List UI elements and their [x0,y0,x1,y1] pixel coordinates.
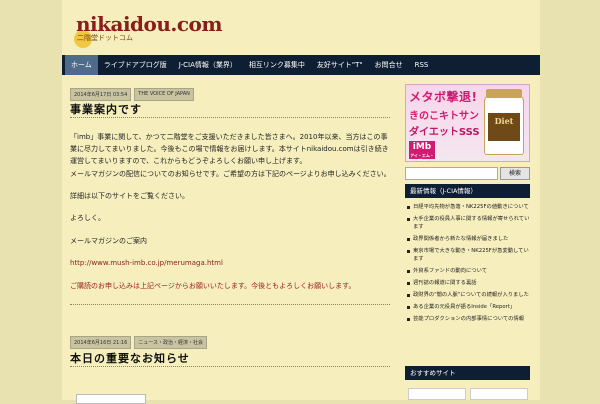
banner-product: きのこキトサン [409,111,479,122]
banner-headline: メタボ撃退! [409,90,478,104]
main-nav: ホーム ライブドアブログ版 J-CIA情報（業界） 相互リンク募集中 友好サイト… [62,55,540,75]
recommended-thumbnail[interactable] [408,388,466,400]
post-thumbnail[interactable] [76,394,146,404]
search-button[interactable]: 検索 [500,167,530,180]
sidebar-link[interactable]: 週刊誌の報道に関する裏話 [405,279,530,287]
nav-link-exchange[interactable]: 相互リンク募集中 [243,55,311,75]
bottle-cap-icon [486,89,522,98]
title-divider [70,366,390,367]
sidebar-link[interactable]: 外資系ファンドの動向について [405,267,530,275]
post-paragraph: メールマガジンの配信についてのお知らせです。ご希望の方は下記のページよりお申し込… [70,170,391,178]
sidebar-link-list: 日経平均先物が急落・NK225Fの値動きについて 大手企業の役員人事に関する情報… [405,203,530,327]
banner-product-sub: ダイエットSSS [409,127,480,138]
post-title[interactable]: 事業案内です [70,101,142,117]
search-input[interactable] [405,167,498,180]
nav-livedoor-blog[interactable]: ライブドアブログ版 [98,55,173,75]
nav-jcia[interactable]: J-CIA情報（業界） [173,55,243,75]
post-paragraph: 詳細は以下のサイトをご覧ください。 [70,192,189,200]
post-category[interactable]: ニュース・政治・経済・社会 [134,336,208,349]
title-divider [70,117,390,118]
sidebar-link[interactable]: 政界関係者から新たな情報が届きました [405,235,530,243]
nav-contact[interactable]: お問合せ [369,55,409,75]
nav-home[interactable]: ホーム [65,55,98,75]
nav-friend-sites[interactable]: 友好サイト"T" [311,55,369,75]
sidebar-link[interactable]: 芸能プロダクションの内部事情についての情報 [405,315,530,323]
sidebar-link[interactable]: 政財界の"闇の人脈"についての続報が入りました [405,291,530,299]
bottle-label: Diet [488,113,520,141]
post-paragraph: 「imb」事業に関して、かつて二階堂をご支援いただきました皆さまへ。2010年以… [70,133,389,165]
post-divider [70,304,390,305]
nav-rss[interactable]: RSS [409,55,435,75]
sidebar-heading: おすすめサイト [405,366,530,380]
sidebar-link[interactable]: 日経平均先物が急落・NK225Fの値動きについて [405,203,530,211]
post-date: 2014年6月17日 03:54 [70,88,132,101]
post-closing-link[interactable]: ご購読のお申し込みは上記ページからお願いいたします。今後ともよろしくお願いします… [70,280,392,292]
post-meta: 2014年6月17日 03:54 THE VOICE OF JAPAN [70,88,194,101]
post-paragraph: メールマガジンのご案内 [70,237,147,245]
post-category[interactable]: THE VOICE OF JAPAN [134,88,194,101]
sidebar-link[interactable]: ある企業の元役員が語るInside「Report」 [405,303,530,311]
imb-logo: iMb アイ・エム・ビー [409,141,435,162]
post-link-wrapper: http://www.mush-imb.co.jp/merumaga.html [70,257,392,269]
sidebar-link[interactable]: 東京市場で大きな動き・NK225Fが急変動しています [405,247,530,263]
sidebar-heading: 最新情報（J-CIA情報） [405,184,530,198]
post-date: 2014年6月16日 21:16 [70,336,132,349]
site-logo-subtitle: 二階堂ドットコム [77,34,133,42]
post-title[interactable]: 本日の重要なお知らせ [70,350,190,366]
sidebar-link[interactable]: 大手企業の役員人事に関する情報が寄せられています [405,215,530,231]
ad-banner[interactable]: メタボ撃退! きのこキトサン ダイエットSSS iMb アイ・エム・ビー Die… [405,84,530,162]
merumaga-link[interactable]: http://www.mush-imb.co.jp/merumaga.html [70,259,223,267]
post-meta: 2014年6月16日 21:16 ニュース・政治・経済・社会 [70,336,208,349]
post-paragraph: よろしく。 [70,214,105,222]
recommended-thumbnail[interactable] [470,388,528,400]
